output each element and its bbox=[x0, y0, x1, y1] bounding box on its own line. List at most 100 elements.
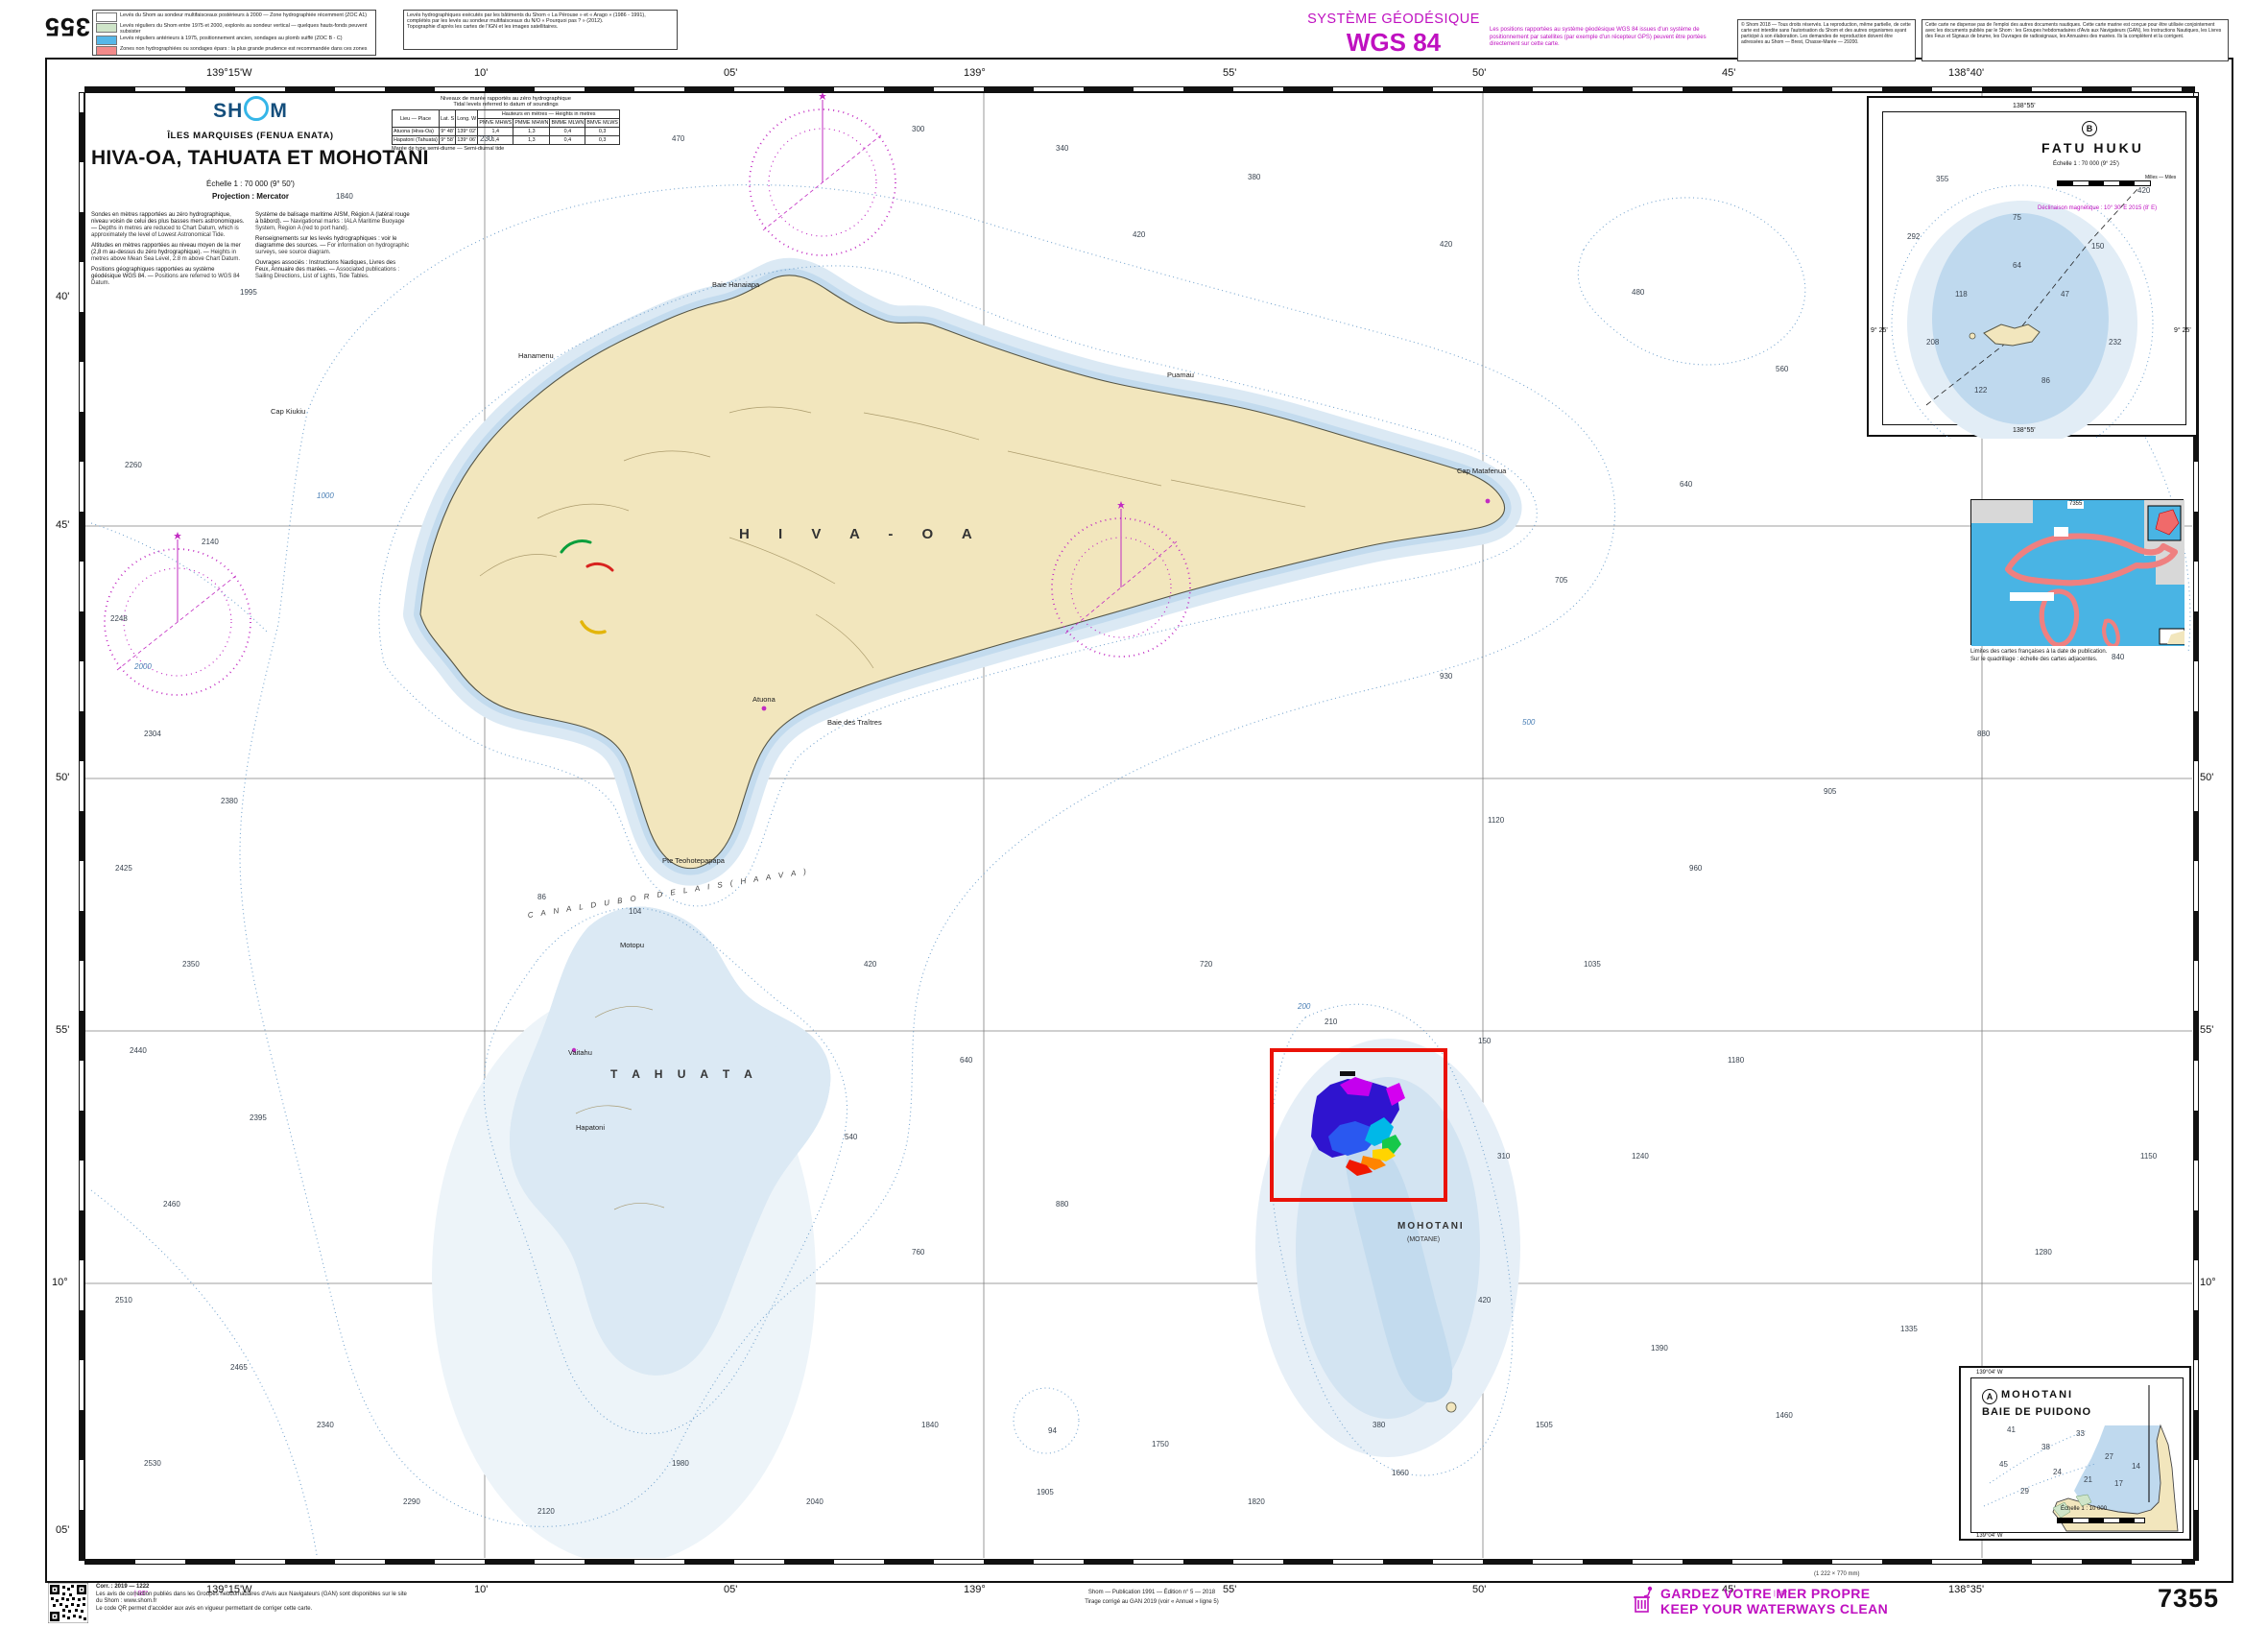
tide-lat: 9° 48' bbox=[440, 128, 456, 136]
sounding: 880 bbox=[1056, 1200, 1068, 1209]
inset-fatu-lat-left: 9° 25' bbox=[1871, 326, 1888, 335]
inset-fatu-lon-top: 138°55' bbox=[2013, 102, 2036, 110]
geodetic-heading: SYSTÈME GÉODÉSIQUE bbox=[1307, 12, 1480, 27]
lon-label: 50' bbox=[1472, 67, 1486, 79]
graduation-top bbox=[84, 86, 2195, 92]
tide-row: Hapatoni (Tahuata) 9° 58' 139° 06' 1,4 1… bbox=[393, 136, 620, 145]
inset-sounding: 86 bbox=[2041, 376, 2050, 385]
place-name: Hanamenu bbox=[518, 351, 554, 360]
place-name: Atuona bbox=[752, 695, 776, 704]
sounding: 1505 bbox=[1536, 1421, 1553, 1429]
sounding: 2425 bbox=[115, 864, 132, 873]
sounding: 720 bbox=[1200, 960, 1212, 969]
inset-sounding: 27 bbox=[2105, 1452, 2113, 1461]
tide-value: 0,3 bbox=[585, 136, 620, 145]
tide-col: PMME MHWN bbox=[513, 119, 550, 128]
lon-label: 139°15'W bbox=[206, 67, 251, 79]
survey-info-box: Levés hydrographiques exécutés par les b… bbox=[403, 10, 678, 50]
keep-clean-fr: GARDEZ VOTRE MER PROPRE bbox=[1660, 1586, 1888, 1601]
inset-sounding: 45 bbox=[1999, 1460, 2008, 1469]
inset-fatu-huku: B FATU HUKU Échelle 1 : 70 000 (9° 25') … bbox=[1867, 96, 2198, 437]
source-diagram-legend: Levés du Shom au sondeur multifaisceaux … bbox=[92, 10, 376, 56]
publication-line: Shom — Publication 1991 — Édition n° 5 —… bbox=[989, 1590, 1315, 1597]
title-block: SHM ÎLES MARQUISES (FENUA ENATA) HIVA-OA… bbox=[91, 96, 410, 288]
sounding: 2460 bbox=[163, 1200, 180, 1209]
tide-value: 0,3 bbox=[585, 128, 620, 136]
tide-place: Atuona (Hiva-Oa) bbox=[393, 128, 440, 136]
depth-contour-label: 500 bbox=[1522, 718, 1535, 727]
sounding: 1820 bbox=[1248, 1497, 1265, 1506]
sounding: 210 bbox=[1325, 1018, 1337, 1026]
sounding: 2248 bbox=[110, 614, 128, 623]
legend-text: Levés réguliers du Shom entre 1975 et 20… bbox=[120, 23, 372, 35]
graduation-left bbox=[79, 92, 84, 1561]
sounding: 380 bbox=[1248, 173, 1260, 181]
tide-table: Niveaux de marée rapportés au zéro hydro… bbox=[392, 96, 620, 152]
locator-caption-line: Limites des cartes françaises à la date … bbox=[1970, 649, 2191, 657]
sounding: 2340 bbox=[317, 1421, 334, 1429]
inset-mohotani-badge: A bbox=[1982, 1389, 1997, 1404]
inset-mohotani-title: MOHOTANI bbox=[2001, 1389, 2073, 1401]
inset-sounding: 41 bbox=[2007, 1425, 2016, 1434]
chart-notes: Sondes en mètres rapportées au zéro hydr… bbox=[91, 212, 410, 288]
depth-contour-label: 2000 bbox=[134, 662, 152, 671]
inset-fatu-lon-bottom: 138°55' bbox=[2013, 426, 2036, 435]
sounding: 2260 bbox=[125, 461, 142, 469]
island-label-hiva-oa: H I V A - O A bbox=[739, 526, 985, 542]
sounding: 705 bbox=[1555, 576, 1567, 585]
lat-label: 40' bbox=[56, 291, 69, 302]
chart-note-pair: Renseignements sur les levés hydrographi… bbox=[255, 236, 410, 256]
inset-locator-number: 7355 bbox=[2067, 501, 2084, 509]
place-name: Vaitahu bbox=[568, 1048, 592, 1057]
inset-mohotani-lon-bottom: 139°04' W bbox=[1976, 1533, 2003, 1541]
inset-mohotani-scalebar bbox=[2057, 1518, 2145, 1523]
sounding: 420 bbox=[1440, 240, 1452, 249]
qr-code bbox=[48, 1583, 88, 1623]
publication-block: Shom — Publication 1991 — Édition n° 5 —… bbox=[989, 1590, 1315, 1606]
sounding: 2290 bbox=[403, 1497, 420, 1506]
chart-note-pair: Altitudes en mètres rapportées au niveau… bbox=[91, 243, 246, 263]
lon-label: 55' bbox=[1223, 67, 1236, 79]
place-name: Cap Matafenua bbox=[1457, 467, 1506, 475]
lat-label: 55' bbox=[2200, 1024, 2213, 1036]
sounding: 1980 bbox=[672, 1459, 689, 1468]
inset-locator: 7355 bbox=[1970, 499, 2184, 645]
inset-sounding: 355 bbox=[1936, 175, 1948, 183]
sounding: 2465 bbox=[230, 1363, 248, 1372]
sounding: 1120 bbox=[1488, 816, 1504, 825]
sounding: 1840 bbox=[336, 192, 353, 201]
tide-value: 1,3 bbox=[513, 128, 550, 136]
lat-label: 50' bbox=[56, 772, 69, 783]
inset-sounding: 232 bbox=[2109, 338, 2121, 347]
inset-sounding: 420 bbox=[2137, 186, 2150, 195]
island-label-mohotani: MOHOTANI bbox=[1397, 1221, 1465, 1232]
survey-extent-red-box bbox=[1270, 1048, 1447, 1202]
chart-scale: Échelle 1 : 70 000 (9° 50') bbox=[91, 180, 410, 188]
lat-label: 50' bbox=[2200, 772, 2213, 783]
chart-note-pair: Ouvrages associés : Instructions Nautiqu… bbox=[255, 260, 410, 280]
chart-region: ÎLES MARQUISES (FENUA ENATA) bbox=[91, 131, 410, 141]
sounding: 86 bbox=[537, 893, 546, 901]
inset-sounding: 208 bbox=[1926, 338, 1939, 347]
sounding: 1840 bbox=[921, 1421, 939, 1429]
sounding: 380 bbox=[1373, 1421, 1385, 1429]
tide-lon: 139° 02' bbox=[456, 128, 478, 136]
inset-sounding: 17 bbox=[2114, 1479, 2123, 1488]
sounding: 1390 bbox=[1651, 1344, 1668, 1353]
inset-sounding: 150 bbox=[2091, 242, 2104, 251]
chart-note-pair: Sondes en mètres rapportées au zéro hydr… bbox=[91, 212, 246, 239]
legend-swatch bbox=[96, 12, 117, 22]
print-line: Tirage corrigé au GAN 2019 (voir « Annue… bbox=[989, 1599, 1315, 1607]
place-name: Pte Teohotepapapa bbox=[662, 856, 725, 865]
inset-mohotani-subtitle: BAIE DE PUIDONO bbox=[1982, 1406, 2091, 1418]
inset-sounding: 64 bbox=[2013, 261, 2021, 270]
inset-sounding: 38 bbox=[2041, 1443, 2050, 1451]
sounding: 2120 bbox=[537, 1507, 555, 1516]
lon-label: 10' bbox=[474, 1584, 488, 1595]
tide-value: 1,3 bbox=[513, 136, 550, 145]
copyright-box: © Shom 2018 — Tous droits réservés. La r… bbox=[1737, 19, 1916, 61]
lon-label: 139° bbox=[964, 67, 986, 79]
lon-label: 45' bbox=[1722, 67, 1735, 79]
sounding: 420 bbox=[1133, 230, 1145, 239]
sounding: 2380 bbox=[221, 797, 238, 805]
